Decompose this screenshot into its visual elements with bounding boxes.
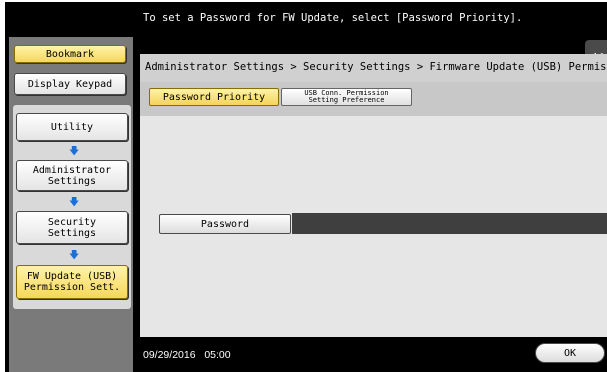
main-panel: Administrator Settings > Security Settin… <box>140 54 607 337</box>
utility-button[interactable]: Utility <box>16 113 128 141</box>
password-field[interactable] <box>292 213 607 234</box>
fw-update-label-line1: FW Update (USB) <box>26 271 118 282</box>
date-time: 09/29/2016 05:00 <box>143 349 231 361</box>
arrow-down-icon: 🡇 <box>69 146 80 157</box>
bookmark-button[interactable]: Bookmark <box>14 45 126 63</box>
time-text: 05:00 <box>204 349 231 361</box>
administrator-settings-label-line1: Administrator <box>32 164 112 176</box>
administrator-settings-label-line2: Settings <box>47 175 97 187</box>
display-keypad-button[interactable]: Display Keypad <box>14 73 126 95</box>
date-text: 09/29/2016 <box>143 349 196 361</box>
arrow-down-icon: 🡇 <box>69 250 80 261</box>
arrow-down-icon: 🡇 <box>69 197 80 208</box>
tab-password-priority[interactable]: Password Priority <box>149 88 279 106</box>
touch-screen: To set a Password for FW Update, select … <box>5 2 607 372</box>
footer-bar: 09/29/2016 05:00 OK <box>140 337 607 372</box>
security-settings-button[interactable]: Security Settings <box>16 211 128 244</box>
instruction-message: To set a Password for FW Update, select … <box>143 12 523 24</box>
password-button[interactable]: Password <box>159 214 291 234</box>
tab-usb-conn-permission[interactable]: USB Conn. Permission Setting Preference <box>281 88 412 106</box>
tab-usb-conn-label-line2: Setting Preference <box>308 96 385 104</box>
security-settings-label-line2: Settings <box>47 227 97 239</box>
security-settings-label-line1: Security <box>47 216 97 228</box>
tab-row: Password Priority USB Conn. Permission S… <box>140 82 607 116</box>
fw-update-label-line2: Permission Sett. <box>23 282 121 293</box>
breadcrumb: Administrator Settings > Security Settin… <box>145 61 607 73</box>
breadcrumb-bar: Administrator Settings > Security Settin… <box>140 54 607 83</box>
left-panel: Bookmark Display Keypad Utility 🡇 Admini… <box>9 37 133 372</box>
fw-update-permission-button[interactable]: FW Update (USB) Permission Sett. <box>16 265 128 299</box>
ok-button[interactable]: OK <box>535 343 605 363</box>
administrator-settings-button[interactable]: Administrator Settings <box>16 160 128 191</box>
menu-path-panel: Utility 🡇 Administrator Settings 🡇 Secur… <box>13 105 131 309</box>
